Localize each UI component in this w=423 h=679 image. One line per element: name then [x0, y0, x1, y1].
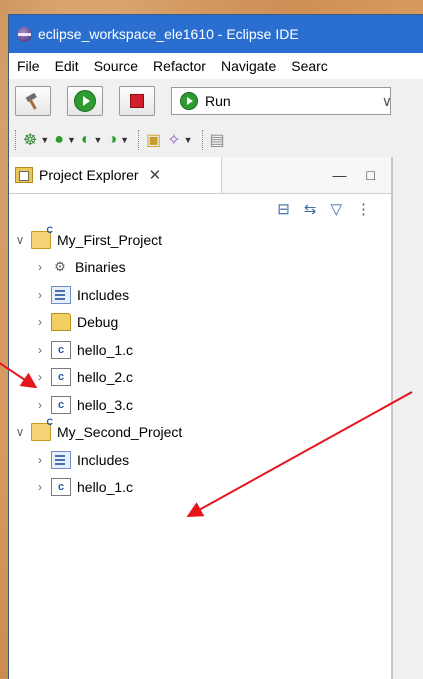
tree-item[interactable]: › Includes: [9, 281, 391, 309]
project-icon: [31, 225, 53, 249]
tree-item-label: Debug: [77, 314, 119, 331]
secondary-toolbar: ☸ ▼ ● ▼ ◐ ▼ ◑ ▼ ▣ ✧ ▼ ▤: [9, 123, 423, 158]
tree-item[interactable]: › c hello_1.c: [9, 336, 391, 364]
expand-arrow-icon[interactable]: ›: [33, 315, 47, 329]
tree-item-label: My_Second_Project: [57, 424, 183, 441]
eclipse-window: eclipse_workspace_ele1610 - Eclipse IDE …: [8, 14, 423, 679]
new-project-icon[interactable]: ▣: [146, 130, 161, 150]
run-icon: [74, 90, 96, 112]
run-icon[interactable]: ●: [54, 131, 64, 149]
menu-bar: File Edit Source Refactor Navigate Searc: [9, 53, 423, 79]
menu-edit[interactable]: Edit: [47, 58, 86, 74]
expand-arrow-icon[interactable]: ∨: [13, 233, 27, 247]
folder-icon: [51, 313, 71, 332]
dropdown-arrow-icon[interactable]: ▼: [40, 135, 49, 145]
expand-arrow-icon[interactable]: ›: [33, 398, 47, 412]
tree-item-project[interactable]: ∨ My_First_Project: [9, 225, 391, 254]
tab-label: Project Explorer: [39, 167, 139, 183]
expand-arrow-icon[interactable]: ›: [33, 370, 47, 384]
toolbar-separator: [15, 130, 19, 150]
project-explorer-panel: Project Explorer ✕ — □ ⊟ ⇆ ▽ ⋮ ∨ My_Firs…: [9, 157, 392, 679]
external-tools-icon[interactable]: ◑: [107, 131, 117, 149]
collapse-all-icon[interactable]: ⊟: [277, 200, 290, 218]
menu-file[interactable]: File: [9, 58, 47, 74]
dropdown-arrow-icon[interactable]: ▼: [120, 135, 129, 145]
tree-item[interactable]: › ⚙ Binaries: [9, 254, 391, 282]
launch-config-select[interactable]: Run ∨: [171, 87, 392, 115]
debug-icon[interactable]: ☸: [23, 130, 37, 150]
tree-item[interactable]: › Includes: [9, 446, 391, 474]
c-file-icon: c: [51, 340, 71, 359]
toolbar-separator: [138, 130, 142, 150]
run-button[interactable]: [67, 86, 103, 116]
minimize-icon[interactable]: —: [333, 167, 347, 183]
project-explorer-icon: [15, 167, 33, 183]
menu-source[interactable]: Source: [86, 58, 145, 74]
dropdown-arrow-icon[interactable]: ▼: [184, 135, 193, 145]
tree-item-label: My_First_Project: [57, 231, 163, 248]
tree-item-project[interactable]: ∨ My_Second_Project: [9, 417, 391, 447]
tree-item-label: hello_2.c: [77, 369, 134, 386]
tree-item-label: Binaries: [75, 259, 126, 276]
expand-arrow-icon[interactable]: ›: [33, 343, 47, 357]
binaries-icon: ⚙: [54, 259, 66, 275]
main-toolbar: Run ∨: [9, 79, 423, 123]
tree-item[interactable]: › c hello_2.c: [9, 364, 391, 392]
tree-item[interactable]: › Debug: [9, 309, 391, 337]
tree-item[interactable]: › c hello_3.c: [9, 391, 391, 419]
panel-tab-bar: Project Explorer ✕ — □: [9, 157, 391, 194]
toolbar-separator: [201, 130, 206, 150]
project-tree: ∨ My_First_Project › ⚙ Binaries › Includ…: [9, 224, 391, 501]
project-icon: [31, 417, 53, 442]
tree-item-label: hello_1.c: [77, 341, 134, 358]
tree-item-label: Includes: [77, 451, 130, 468]
expand-arrow-icon[interactable]: ∨: [13, 425, 27, 439]
close-icon[interactable]: ✕: [149, 166, 162, 184]
c-file-icon: c: [51, 395, 71, 414]
wizard-icon[interactable]: ✧: [167, 130, 180, 150]
filter-icon[interactable]: ▽: [330, 200, 342, 218]
dropdown-arrow-icon[interactable]: ▼: [67, 135, 76, 145]
build-button[interactable]: [15, 86, 51, 116]
view-controls: — □: [333, 167, 375, 183]
c-file-icon: c: [51, 478, 71, 497]
view-toolbar: ⊟ ⇆ ▽ ⋮: [9, 194, 391, 224]
tree-item-label: hello_3.c: [77, 396, 134, 413]
menu-navigate[interactable]: Navigate: [213, 58, 283, 74]
tab-project-explorer[interactable]: Project Explorer ✕: [9, 157, 222, 193]
maximize-icon[interactable]: □: [367, 167, 375, 183]
link-with-editor-icon[interactable]: ⇆: [304, 200, 317, 218]
menu-search[interactable]: Searc: [283, 58, 335, 74]
expand-arrow-icon[interactable]: ›: [33, 288, 47, 302]
stop-button[interactable]: [119, 86, 155, 116]
title-bar: eclipse_workspace_ele1610 - Eclipse IDE: [9, 15, 423, 53]
includes-icon: [51, 450, 71, 469]
tree-item-label: hello_1.c: [77, 479, 134, 496]
expand-arrow-icon[interactable]: ›: [33, 453, 47, 467]
window-title: eclipse_workspace_ele1610 - Eclipse IDE: [38, 26, 299, 42]
stop-icon: [130, 94, 144, 108]
tree-item-label: Includes: [77, 286, 130, 303]
launch-config-value: Run: [205, 93, 231, 109]
tree-item[interactable]: › c hello_1.c: [9, 474, 391, 502]
includes-icon: [51, 285, 71, 304]
menu-refactor[interactable]: Refactor: [145, 58, 213, 74]
expand-arrow-icon[interactable]: ›: [33, 480, 47, 494]
run-icon: [180, 92, 198, 110]
search-icon[interactable]: ▤: [210, 130, 225, 150]
coverage-icon[interactable]: ◐: [81, 131, 91, 149]
hammer-icon: [25, 92, 37, 110]
c-file-icon: c: [51, 368, 71, 387]
dropdown-arrow-icon[interactable]: ▼: [94, 135, 103, 145]
editor-area-edge: [392, 157, 423, 679]
expand-arrow-icon[interactable]: ›: [33, 260, 47, 274]
chevron-down-icon: ∨: [381, 92, 392, 109]
view-menu-icon[interactable]: ⋮: [356, 200, 371, 218]
eclipse-icon: [17, 26, 32, 42]
